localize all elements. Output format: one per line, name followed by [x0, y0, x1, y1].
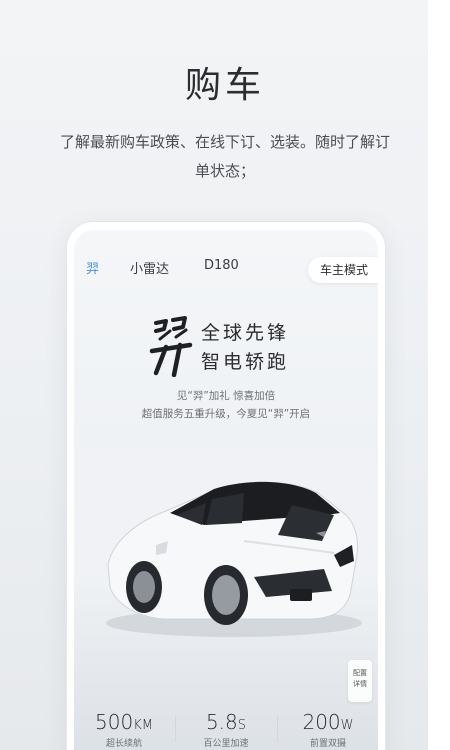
stat-range-label: 超长续航	[105, 739, 142, 749]
owner-mode-button[interactable]: 车主模式	[307, 257, 378, 283]
tab-yi[interactable]: 羿	[86, 258, 99, 277]
promo-line-2: 超值服务五重升级，今夏见“羿”开启	[141, 408, 311, 420]
tab-d180[interactable]: D180	[204, 258, 239, 273]
config-label-2: 详情	[353, 680, 367, 688]
page-description: 了解最新购车政策、在线下订、选装。随时了解订单状态；	[60, 133, 391, 180]
page-title: 购车	[184, 65, 265, 106]
spec-stats: 500KM 超长续航 5.8S 百公里加速 200W 前置双摄	[74, 710, 378, 750]
slogan-line-2: 智电轿跑	[201, 351, 290, 373]
slogan-line-1: 全球先锋	[201, 322, 290, 344]
stat-range-value: 500	[95, 710, 134, 734]
stat-range: 500KM 超长续航	[74, 710, 174, 749]
tab-xiaoleida[interactable]: 小雷达	[130, 258, 169, 277]
stat-camera-unit: W	[340, 718, 354, 733]
phone-mockup: 羿 小雷达 D180 车主模式 全球先锋 智电轿跑 见“羿”加礼 惊喜加倍 超值…	[67, 222, 385, 750]
car-image	[94, 445, 374, 649]
edge-strip	[428, 0, 450, 750]
stat-camera: 200W 前置双摄	[278, 710, 378, 749]
stat-acceleration-label: 百公里加速	[203, 739, 249, 749]
promo-line-1: 见“羿”加礼 惊喜加倍	[176, 390, 276, 402]
config-label-1: 配置	[353, 669, 367, 677]
stat-acceleration-value: 5.8	[205, 710, 238, 734]
stat-camera-value: 200	[302, 710, 341, 734]
phone-screen: 羿 小雷达 D180 车主模式 全球先锋 智电轿跑 见“羿”加礼 惊喜加倍 超值…	[74, 230, 378, 750]
config-detail-button[interactable]: 配置 详情	[348, 660, 372, 702]
stat-acceleration: 5.8S 百公里加速	[176, 710, 276, 749]
brand-logo	[146, 315, 196, 381]
stat-acceleration-unit: S	[237, 718, 247, 733]
stat-range-unit: KM	[133, 718, 153, 733]
stat-camera-label: 前置双摄	[309, 739, 346, 749]
